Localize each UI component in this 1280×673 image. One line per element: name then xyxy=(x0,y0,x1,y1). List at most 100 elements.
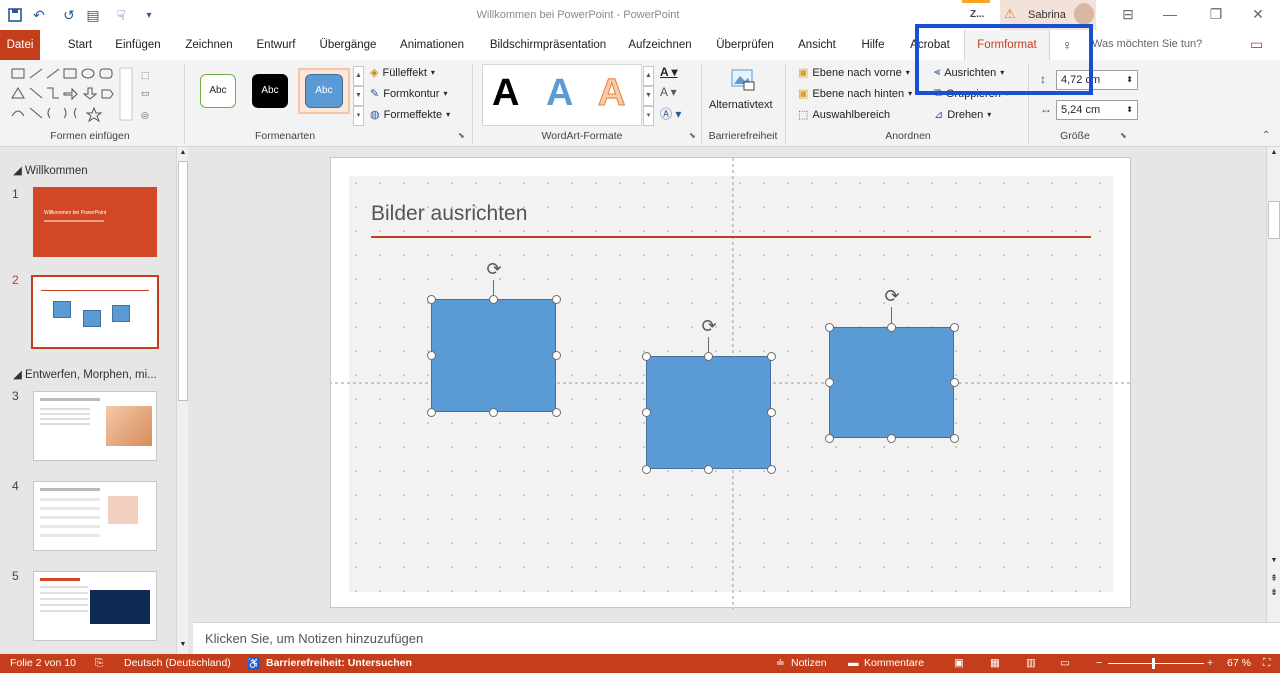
resize-handle[interactable] xyxy=(552,408,561,417)
resize-handle[interactable] xyxy=(950,323,959,332)
rectangle-shape-2[interactable] xyxy=(646,356,771,469)
resize-handle[interactable] xyxy=(427,295,436,304)
resize-handle[interactable] xyxy=(427,351,436,360)
scroll-up-icon[interactable]: ▲ xyxy=(178,149,188,159)
text-outline-icon[interactable]: A ▾ xyxy=(660,85,677,99)
comments-icon[interactable]: ▭ xyxy=(1250,36,1263,53)
slide-thumbnail-3[interactable] xyxy=(33,391,157,461)
slide-title[interactable]: Bilder ausrichten xyxy=(371,202,527,226)
shape-style-3[interactable]: Abc xyxy=(305,74,343,108)
alt-text-icon[interactable] xyxy=(730,66,756,92)
alt-text-button[interactable]: Alternativtext xyxy=(709,99,773,111)
rotate-button[interactable]: ⊿ Drehen ▾ xyxy=(934,108,991,122)
user-initials-badge[interactable]: Z... xyxy=(970,9,984,20)
zoom-slider[interactable] xyxy=(1108,663,1204,664)
resize-handle[interactable] xyxy=(552,351,561,360)
notes-icon[interactable]: ≐ xyxy=(776,657,785,669)
resize-handle[interactable] xyxy=(704,465,713,474)
slide-thumbnail-5[interactable] xyxy=(33,571,157,641)
gallery-more-button[interactable]: ▾ xyxy=(353,106,364,126)
tab-aufzeichnen[interactable]: Aufzeichnen xyxy=(626,30,694,60)
resize-handle[interactable] xyxy=(489,408,498,417)
scroll-up-icon[interactable]: ▲ xyxy=(1268,149,1280,161)
tab-bildschirmpraesentation[interactable]: Bildschirmpräsentation xyxy=(486,30,610,60)
resize-handle[interactable] xyxy=(489,295,498,304)
slideshow-icon[interactable]: ▭ xyxy=(1060,657,1070,669)
avatar[interactable] xyxy=(1074,3,1094,25)
minimize-button[interactable]: — xyxy=(1150,4,1190,24)
resize-handle[interactable] xyxy=(642,408,651,417)
resize-handle[interactable] xyxy=(767,465,776,474)
resize-handle[interactable] xyxy=(767,352,776,361)
rotate-handle-icon[interactable]: ⟳ xyxy=(881,285,903,307)
normal-view-icon[interactable]: ▣ xyxy=(954,657,964,669)
scroll-down-icon[interactable]: ▼ xyxy=(1268,557,1280,569)
resize-handle[interactable] xyxy=(642,352,651,361)
tab-ansicht[interactable]: Ansicht xyxy=(794,30,840,60)
language-status[interactable]: Deutsch (Deutschland) xyxy=(124,657,231,669)
scrollbar-thumb[interactable] xyxy=(178,161,188,401)
bring-forward-button[interactable]: ▣ Ebene nach vorne ▾ xyxy=(798,66,910,80)
resize-handle[interactable] xyxy=(704,352,713,361)
zoom-slider-thumb[interactable] xyxy=(1152,658,1155,669)
notes-button[interactable]: Notizen xyxy=(791,657,827,669)
outline-button[interactable]: ✎ Formkontur ▾ xyxy=(370,87,447,101)
send-backward-button[interactable]: ▣ Ebene nach hinten ▾ xyxy=(798,87,912,101)
dialog-launcher-icon[interactable]: ⬊ xyxy=(689,131,696,140)
previous-slide-icon[interactable]: ⇞ xyxy=(1268,573,1280,585)
thumbnail-scrollbar[interactable]: ▲ ▼ xyxy=(176,147,188,654)
rectangle-shape-3[interactable] xyxy=(829,327,954,438)
resize-handle[interactable] xyxy=(825,434,834,443)
resize-handle[interactable] xyxy=(887,434,896,443)
tab-zeichnen[interactable]: Zeichnen xyxy=(183,30,235,60)
user-name[interactable]: Sabrina xyxy=(1028,9,1066,21)
gallery-up-button[interactable]: ▲ xyxy=(353,66,364,86)
wordart-style-3[interactable]: A xyxy=(597,72,625,115)
slide-thumbnail-4[interactable] xyxy=(33,481,157,551)
comments-status-icon[interactable]: ▬ xyxy=(848,657,859,669)
comments-button[interactable]: Kommentare xyxy=(864,657,924,669)
resize-handle[interactable] xyxy=(950,378,959,387)
wordart-style-1[interactable]: A xyxy=(492,72,519,115)
accessibility-icon[interactable]: ♿ xyxy=(247,657,260,670)
wordart-down-button[interactable]: ▼ xyxy=(643,86,654,106)
slide-sorter-icon[interactable]: ▦ xyxy=(990,657,1000,669)
accessibility-status[interactable]: Barrierefreiheit: Untersuchen xyxy=(266,657,412,669)
effects-button[interactable]: ◍ Formeffekte ▾ xyxy=(370,108,450,122)
spinner-icon[interactable]: ⬍ xyxy=(1126,101,1133,119)
shape-style-2[interactable]: Abc xyxy=(252,74,288,108)
resize-handle[interactable] xyxy=(767,408,776,417)
spell-check-icon[interactable]: ⎘ xyxy=(95,657,103,670)
wordart-up-button[interactable]: ▲ xyxy=(643,66,654,86)
close-button[interactable]: ✕ xyxy=(1238,4,1278,24)
fill-button[interactable]: ◈ Fülleffekt ▾ xyxy=(370,66,435,80)
width-input[interactable]: 5,24 cm ⬍ xyxy=(1056,100,1138,120)
tab-start[interactable]: Start xyxy=(60,30,100,60)
rotate-handle-icon[interactable]: ⟳ xyxy=(698,315,720,337)
resize-handle[interactable] xyxy=(825,378,834,387)
resize-handle[interactable] xyxy=(825,323,834,332)
rotate-handle-icon[interactable]: ⟳ xyxy=(483,258,505,280)
collapse-ribbon-icon[interactable]: ⌃ xyxy=(1262,130,1270,141)
tab-einfuegen[interactable]: Einfügen xyxy=(114,30,162,60)
dialog-launcher-icon[interactable]: ⬊ xyxy=(1120,131,1127,140)
restore-button[interactable]: ❐ xyxy=(1196,4,1236,24)
editor-scrollbar[interactable]: ▲ ▼ ⇞ ⇟ xyxy=(1266,147,1280,622)
wordart-more-button[interactable]: ▾ xyxy=(643,106,654,126)
tab-uebergaenge[interactable]: Übergänge xyxy=(318,30,378,60)
reading-view-icon[interactable]: ▥ xyxy=(1026,657,1036,669)
shape-style-1[interactable]: Abc xyxy=(200,74,236,108)
wordart-style-2[interactable]: A xyxy=(546,72,573,115)
section-header-willkommen[interactable]: ◢ Willkommen xyxy=(13,163,88,177)
tab-datei[interactable]: Datei xyxy=(0,30,40,60)
warning-icon[interactable]: ⚠ xyxy=(1004,6,1016,22)
text-effects-icon[interactable]: Ⓐ ▾ xyxy=(660,105,681,122)
rectangle-shape-1[interactable] xyxy=(431,299,556,412)
slide-thumbnail-1[interactable]: Willkommen bei PowerPoint xyxy=(33,187,157,257)
tab-hilfe[interactable]: Hilfe xyxy=(856,30,890,60)
zoom-level[interactable]: 67 % xyxy=(1227,657,1251,669)
scroll-down-icon[interactable]: ▼ xyxy=(178,641,188,651)
resize-handle[interactable] xyxy=(887,323,896,332)
resize-handle[interactable] xyxy=(552,295,561,304)
text-fill-icon[interactable]: A ▾ xyxy=(660,65,678,79)
